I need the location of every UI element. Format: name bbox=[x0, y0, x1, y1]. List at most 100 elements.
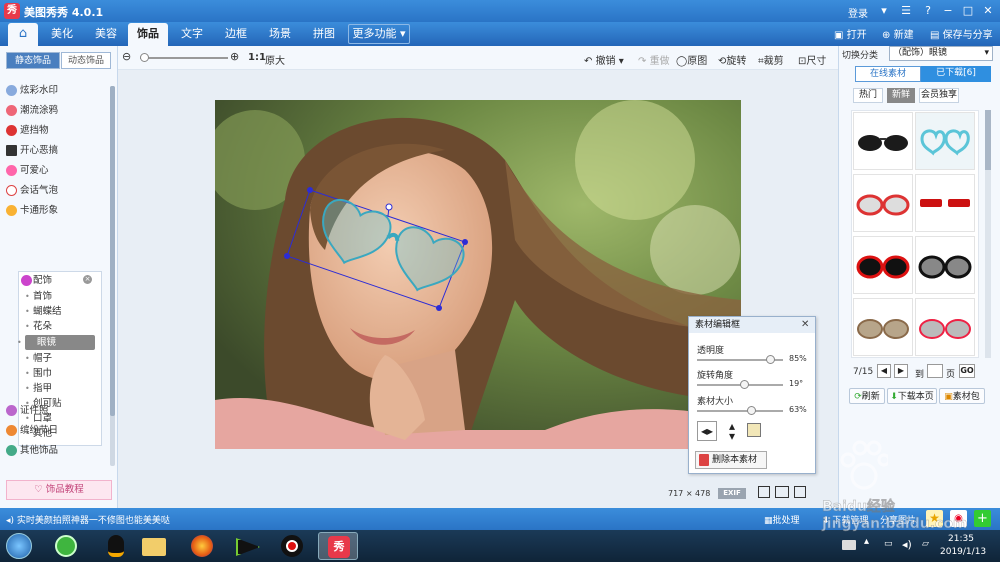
page-input[interactable] bbox=[927, 364, 943, 378]
left-scrollbar[interactable] bbox=[110, 86, 115, 466]
tab-text[interactable]: 文字 bbox=[172, 23, 212, 46]
flip-horizontal-icon[interactable]: ◂▸ bbox=[697, 421, 717, 441]
right-scrollbar[interactable] bbox=[985, 110, 991, 358]
tray-network-icon[interactable]: ▭ bbox=[884, 539, 893, 549]
sub-bow[interactable]: 蝴蝶结 bbox=[25, 304, 61, 319]
tab-online-material[interactable]: 在线素材 bbox=[855, 66, 921, 82]
item-other-accessories[interactable]: 其他饰品 bbox=[6, 442, 58, 460]
thumb-black-sunglasses[interactable] bbox=[853, 112, 913, 170]
fullscreen-icon[interactable] bbox=[794, 486, 806, 498]
item-cute-heart[interactable]: 可爱心 bbox=[6, 162, 49, 180]
popup-close-icon[interactable]: ✕ bbox=[801, 319, 809, 330]
new-button[interactable]: ⊕ 新建 bbox=[882, 26, 914, 41]
taskbar-app-recorder[interactable] bbox=[272, 532, 312, 560]
opacity-slider[interactable] bbox=[697, 355, 783, 364]
download-manager-button[interactable]: ⬇ 下载管理 bbox=[822, 513, 868, 526]
delete-material-button[interactable]: 删除本素材 bbox=[695, 451, 767, 469]
login-link[interactable]: 登录 bbox=[848, 5, 868, 20]
skin-icon[interactable]: ▾ bbox=[876, 4, 892, 18]
collapse-icon[interactable]: × bbox=[83, 275, 92, 284]
close-icon[interactable]: ✕ bbox=[980, 4, 996, 18]
go-button[interactable]: GO bbox=[959, 364, 975, 378]
material-pack-button[interactable]: ▣素材包 bbox=[939, 388, 985, 404]
tab-collage[interactable]: 拼图 bbox=[304, 23, 344, 46]
right-scrollbar-thumb[interactable] bbox=[985, 110, 991, 170]
tab-accessories[interactable]: 饰品 bbox=[128, 23, 168, 46]
sub-nails[interactable]: 指甲 bbox=[25, 381, 52, 396]
tab-beautify[interactable]: 美化 bbox=[42, 23, 82, 46]
star-icon[interactable]: ★ bbox=[926, 510, 943, 527]
left-scrollbar-thumb[interactable] bbox=[110, 86, 115, 416]
category-select[interactable]: （配饰）眼镜 ▾ bbox=[889, 46, 993, 61]
thumb-blue-heart-glasses[interactable] bbox=[915, 112, 975, 170]
flip-vertical-icon[interactable]: ▴ ▾ bbox=[723, 420, 741, 442]
undo-button[interactable]: ↶ 撤销 ▾ bbox=[584, 52, 624, 67]
taskbar-app-explorer[interactable] bbox=[134, 532, 174, 560]
tray-keyboard-icon[interactable] bbox=[842, 540, 856, 550]
item-festival[interactable]: 缤纷节日 bbox=[6, 422, 58, 440]
taskbar-app-360[interactable] bbox=[46, 532, 86, 560]
sub-hat[interactable]: 帽子 bbox=[25, 351, 52, 366]
rotation-slider-knob[interactable] bbox=[740, 380, 750, 389]
tray-volume-icon[interactable]: ◂) bbox=[902, 538, 912, 551]
item-occluder[interactable]: 遮挡物 bbox=[6, 122, 49, 140]
sub-scarf[interactable]: 围巾 bbox=[25, 366, 52, 381]
tab-border[interactable]: 边框 bbox=[216, 23, 256, 46]
tab-static-accessories[interactable]: 静态饰品 bbox=[6, 52, 60, 69]
size-slider-knob[interactable] bbox=[747, 406, 757, 415]
item-funny[interactable]: 开心恶搞 bbox=[6, 142, 58, 160]
sub-flowers[interactable]: 花朵 bbox=[25, 319, 52, 334]
help-icon[interactable]: ? bbox=[920, 4, 936, 18]
item-accessories[interactable]: 配饰 bbox=[21, 272, 52, 290]
save-share-button[interactable]: ▤ 保存与分享 bbox=[930, 26, 993, 41]
tab-scene[interactable]: 场景 bbox=[260, 23, 300, 46]
taskbar-app-firefox[interactable] bbox=[182, 532, 222, 560]
menu-icon[interactable]: ☰ bbox=[898, 4, 914, 18]
copy-icon[interactable] bbox=[747, 423, 761, 437]
opacity-slider-knob[interactable] bbox=[766, 355, 776, 364]
rotate-button[interactable]: ⟲旋转 bbox=[718, 52, 746, 67]
sub-glasses[interactable]: 眼镜 bbox=[17, 335, 95, 350]
open-button[interactable]: ▣ 打开 bbox=[834, 26, 867, 41]
next-page-button[interactable]: ▶ bbox=[894, 364, 908, 378]
thumb-black-round-glasses[interactable] bbox=[915, 236, 975, 294]
tray-action-center-icon[interactable]: ▱ bbox=[922, 539, 929, 549]
glasses-overlay[interactable] bbox=[215, 100, 741, 449]
ratio-label[interactable]: 1:1 bbox=[248, 52, 266, 63]
home-icon[interactable]: ⌂ bbox=[8, 23, 38, 46]
weibo-icon[interactable]: ◉ bbox=[950, 510, 967, 527]
item-graffiti[interactable]: 潮流涂鸦 bbox=[6, 102, 58, 120]
view-compare-icon[interactable] bbox=[775, 486, 789, 498]
taskbar-app-qq[interactable] bbox=[96, 532, 136, 560]
thumb-red-frame-glasses[interactable] bbox=[853, 174, 913, 232]
tab-dynamic-accessories[interactable]: 动态饰品 bbox=[61, 52, 111, 69]
original-image-button[interactable]: ◯原图 bbox=[676, 52, 707, 67]
original-size-button[interactable]: 原大 bbox=[265, 52, 285, 67]
zoom-in-icon[interactable]: ⊕ bbox=[230, 50, 239, 63]
subtab-vip[interactable]: 会员独享 bbox=[919, 88, 959, 103]
zoom-out-icon[interactable]: ⊖ bbox=[122, 50, 131, 63]
tutorial-button[interactable]: ♡ 饰品教程 bbox=[6, 480, 112, 500]
start-button[interactable] bbox=[6, 533, 32, 559]
more-features-dropdown[interactable]: 更多功能 ▾ bbox=[348, 24, 410, 44]
batch-button[interactable]: ▦批处理 bbox=[764, 513, 800, 526]
sub-jewelry[interactable]: 首饰 bbox=[25, 289, 52, 304]
item-id-photo[interactable]: 证件照 bbox=[6, 402, 49, 420]
taskbar-app-meitu[interactable]: 秀 bbox=[318, 532, 358, 560]
rotation-slider[interactable] bbox=[697, 380, 783, 389]
add-share-icon[interactable]: + bbox=[974, 510, 991, 527]
photo-canvas[interactable] bbox=[215, 100, 741, 449]
thumb-red-slim-glasses[interactable] bbox=[915, 174, 975, 232]
exif-button[interactable]: EXIF bbox=[718, 488, 746, 499]
thumb-red-black-glasses[interactable] bbox=[853, 236, 913, 294]
size-slider[interactable] bbox=[697, 406, 783, 415]
tab-downloaded[interactable]: 已下载[6] bbox=[921, 66, 991, 82]
subtab-new[interactable]: 新鲜 bbox=[887, 88, 915, 103]
minimize-icon[interactable]: − bbox=[940, 4, 956, 18]
taskbar-app-player[interactable] bbox=[228, 532, 268, 560]
view-single-icon[interactable] bbox=[758, 486, 770, 498]
redo-button[interactable]: ↷ 重做 bbox=[638, 52, 670, 67]
tab-beauty[interactable]: 美容 bbox=[86, 23, 126, 46]
crop-button[interactable]: ⌗裁剪 bbox=[758, 52, 784, 67]
zoom-slider[interactable] bbox=[140, 53, 228, 62]
